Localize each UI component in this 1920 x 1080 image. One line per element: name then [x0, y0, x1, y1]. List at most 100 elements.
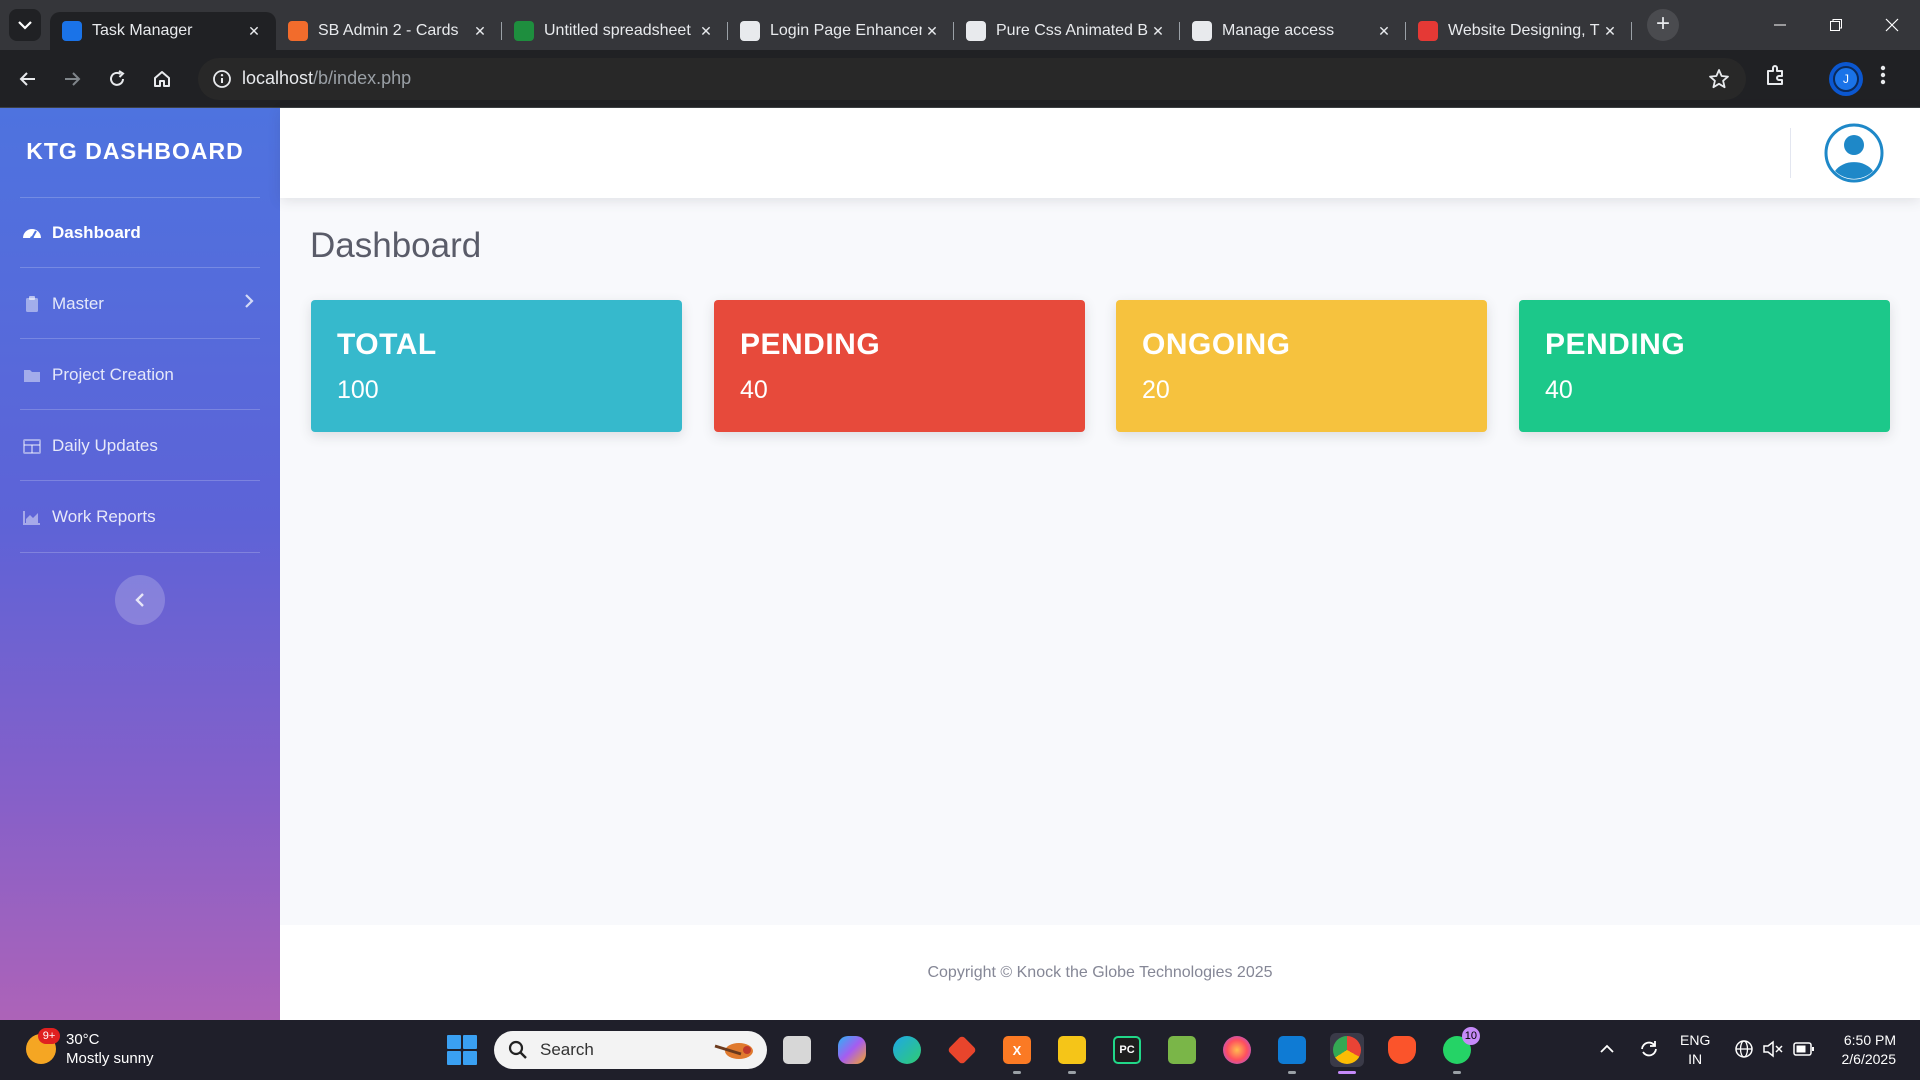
browser-tab[interactable]: Pure Css Animated B ✕ — [954, 12, 1180, 50]
weather-badge: 9+ — [38, 1028, 60, 1044]
stat-card-pending-2[interactable]: PENDING 40 — [1519, 300, 1890, 432]
sidebar-item-work-reports[interactable]: Work Reports — [0, 482, 280, 552]
tab-close-icon[interactable]: ✕ — [696, 23, 716, 40]
battery-icon[interactable] — [1793, 1041, 1815, 1057]
close-window-button[interactable] — [1864, 0, 1920, 50]
card-title: PENDING — [1545, 328, 1686, 361]
taskbar-app-image[interactable] — [1165, 1033, 1199, 1067]
card-title: PENDING — [740, 328, 881, 361]
browser-tab[interactable]: SB Admin 2 - Cards ✕ — [276, 12, 502, 50]
start-button[interactable] — [447, 1035, 477, 1065]
stat-card-pending[interactable]: PENDING 40 — [714, 300, 1085, 432]
site-info-icon[interactable] — [212, 69, 232, 89]
url-text[interactable]: localhost/b/index.php — [242, 68, 411, 89]
taskbar-xampp[interactable]: X — [1000, 1033, 1034, 1074]
tab-close-icon[interactable]: ✕ — [1374, 23, 1394, 40]
taskbar-app-red[interactable] — [945, 1033, 979, 1067]
browser-tab[interactable]: Task Manager ✕ — [50, 12, 276, 50]
folder-icon — [1058, 1036, 1086, 1064]
search-icon — [508, 1040, 527, 1059]
tab-close-icon[interactable]: ✕ — [1148, 23, 1168, 40]
tab-favicon-icon — [514, 21, 534, 41]
tab-title: Task Manager — [92, 22, 193, 39]
browser-tab[interactable]: Login Page Enhancer ✕ — [728, 12, 954, 50]
extensions-icon[interactable] — [1764, 63, 1788, 87]
taskbar-chrome[interactable] — [1330, 1033, 1364, 1074]
search-highlight-icon — [714, 1043, 753, 1059]
bookmark-star-icon[interactable] — [1708, 68, 1730, 90]
sidebar-item-label: Dashboard — [52, 223, 141, 242]
taskbar-search[interactable]: Search — [494, 1031, 767, 1069]
tab-title: SB Admin 2 - Cards — [318, 22, 459, 39]
card-title: ONGOING — [1142, 328, 1291, 361]
system-clock[interactable]: 6:50 PM 2/6/2025 — [1842, 1031, 1897, 1069]
restore-button[interactable] — [1808, 0, 1864, 50]
running-indicator — [1453, 1071, 1461, 1074]
taskbar: 9+ 30°C Mostly sunny Search X PC 10 ENG … — [0, 1020, 1920, 1080]
browser-tab[interactable]: Manage access ✕ — [1180, 12, 1406, 50]
chevron-up-icon[interactable] — [1600, 1042, 1614, 1056]
taskbar-copilot[interactable] — [835, 1033, 869, 1067]
card-value: 100 — [337, 376, 379, 404]
globe-icon[interactable] — [1734, 1039, 1754, 1059]
tab-favicon-icon — [740, 21, 760, 41]
back-button[interactable] — [12, 63, 44, 95]
tab-favicon-icon — [966, 21, 986, 41]
profile-button[interactable]: J — [1829, 62, 1863, 96]
sidebar-item-daily-updates[interactable]: Daily Updates — [0, 411, 280, 481]
sidebar-item-dashboard[interactable]: Dashboard — [0, 198, 280, 268]
kebab-menu-icon[interactable] — [1878, 63, 1888, 87]
sidebar-divider — [20, 338, 260, 339]
tab-search-button[interactable] — [9, 9, 41, 41]
sidebar-item-master[interactable]: Master — [0, 269, 280, 339]
taskbar-task-view[interactable] — [780, 1033, 814, 1067]
footer: Copyright © Knock the Globe Technologies… — [280, 925, 1920, 1020]
stat-card-ongoing[interactable]: ONGOING 20 — [1116, 300, 1487, 432]
tab-close-icon[interactable]: ✕ — [1600, 23, 1620, 40]
copyright-text: Copyright © Knock the Globe Technologies… — [927, 963, 1273, 981]
sidebar-item-label: Master — [52, 294, 104, 313]
language-indicator[interactable]: ENG IN — [1680, 1031, 1710, 1069]
sidebar-item-project-creation[interactable]: Project Creation — [0, 340, 280, 410]
tab-close-icon[interactable]: ✕ — [244, 23, 264, 40]
sidebar-divider — [20, 267, 260, 268]
running-indicator — [1288, 1071, 1296, 1074]
taskbar-brave[interactable] — [1385, 1033, 1419, 1067]
window-controls — [1752, 0, 1920, 50]
address-bar[interactable]: localhost/b/index.php — [198, 58, 1746, 100]
taskbar-pycharm[interactable]: PC — [1110, 1033, 1144, 1067]
browser-tab[interactable]: Website Designing, T ✕ — [1406, 12, 1632, 50]
taskbar-firefox[interactable] — [1220, 1033, 1254, 1067]
forward-button[interactable] — [56, 63, 88, 95]
card-value: 40 — [740, 376, 768, 404]
region-code: IN — [1688, 1051, 1703, 1067]
minimize-button[interactable] — [1752, 0, 1808, 50]
sidebar-divider — [20, 409, 260, 410]
xampp-icon: X — [1003, 1036, 1031, 1064]
user-avatar-icon[interactable] — [1824, 123, 1884, 183]
tab-close-icon[interactable]: ✕ — [922, 23, 942, 40]
image-app-icon — [1168, 1036, 1196, 1064]
volume-muted-icon[interactable] — [1762, 1039, 1784, 1059]
sidebar-toggle-button[interactable] — [115, 575, 165, 625]
taskbar-vscode[interactable] — [1275, 1033, 1309, 1074]
stat-card-total[interactable]: TOTAL 100 — [311, 300, 682, 432]
sidebar-brand[interactable]: KTG DASHBOARD — [0, 138, 270, 165]
card-value: 40 — [1545, 376, 1573, 404]
close-icon — [1885, 18, 1899, 32]
folder-icon — [22, 365, 42, 385]
tab-close-icon[interactable]: ✕ — [470, 23, 490, 40]
weather-widget[interactable]: 9+ 30°C Mostly sunny — [26, 1028, 154, 1068]
home-button[interactable] — [146, 63, 178, 95]
reload-button[interactable] — [101, 63, 133, 95]
taskbar-edge[interactable] — [890, 1033, 924, 1067]
taskbar-whatsapp[interactable]: 10 — [1440, 1027, 1480, 1074]
sync-icon[interactable] — [1638, 1038, 1660, 1060]
weather-desc: Mostly sunny — [66, 1050, 154, 1067]
sidebar-item-label: Daily Updates — [52, 436, 158, 455]
tab-favicon-icon — [1418, 21, 1438, 41]
arrow-left-icon — [19, 72, 35, 86]
new-tab-button[interactable]: + — [1647, 9, 1679, 41]
taskbar-file-explorer[interactable] — [1055, 1033, 1089, 1074]
browser-tab[interactable]: Untitled spreadsheet ✕ — [502, 12, 728, 50]
